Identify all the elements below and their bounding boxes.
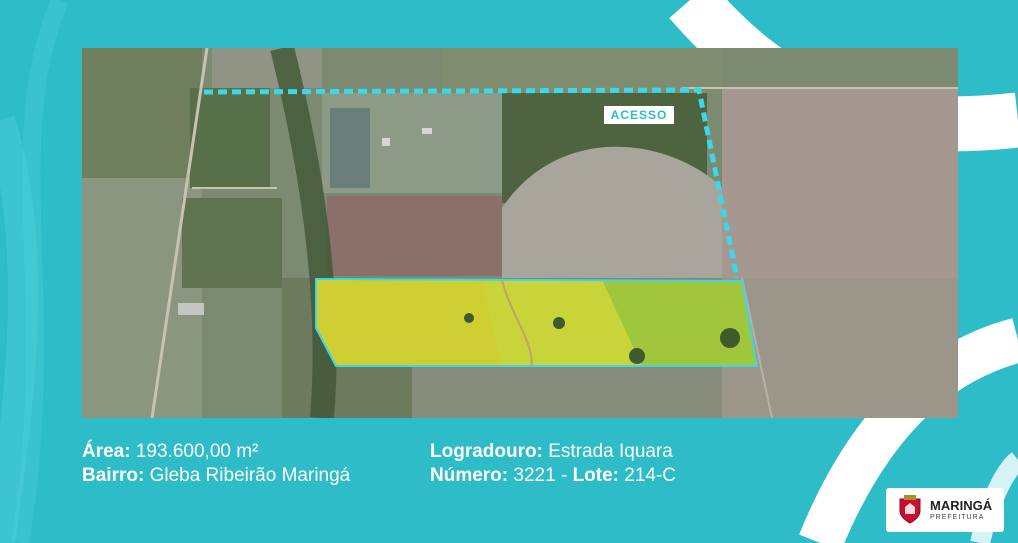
logo-subtitle: PREFEITURA xyxy=(930,513,985,521)
field-parcel xyxy=(412,366,722,418)
field-parcel xyxy=(327,196,502,276)
numero-value: 3221 - xyxy=(513,465,568,486)
field-parcel xyxy=(82,48,202,178)
city-crest-icon xyxy=(899,495,921,524)
pond xyxy=(330,108,370,188)
bairro-label: Bairro: xyxy=(82,465,145,486)
building xyxy=(422,128,432,134)
bairro-value: Gleba Ribeirão Maringá xyxy=(149,465,351,486)
logo-name: MARINGÁ xyxy=(930,497,993,513)
logradouro-label: Logradouro: xyxy=(430,441,543,462)
prefeitura-logo: MARINGÁ PREFEITURA xyxy=(886,488,1004,532)
numero-label: Número: xyxy=(430,465,509,486)
building xyxy=(178,303,204,315)
lote-label: Lote: xyxy=(572,465,619,486)
info-right: Logradouro: Estrada Iquara Número: 3221 … xyxy=(430,440,676,488)
logradouro-value: Estrada Iquara xyxy=(548,441,673,462)
area-row: Área: 193.600,00 m² xyxy=(82,440,350,464)
building xyxy=(382,138,390,146)
bairro-row: Bairro: Gleba Ribeirão Maringá xyxy=(82,464,350,488)
map-image xyxy=(82,48,958,418)
field-parcel xyxy=(442,48,722,93)
info-left: Área: 193.600,00 m² Bairro: Gleba Ribeir… xyxy=(82,440,350,488)
access-label: ACESSO xyxy=(604,106,674,124)
logradouro-row: Logradouro: Estrada Iquara xyxy=(430,440,676,464)
field-parcel xyxy=(182,198,282,288)
area-label: Área: xyxy=(82,441,131,462)
aerial-map xyxy=(82,48,958,418)
field-parcel xyxy=(190,88,270,188)
lote-value: 214-C xyxy=(624,465,677,486)
area-value: 193.600,00 m² xyxy=(135,441,259,462)
field-parcel xyxy=(722,88,958,278)
numero-row: Número: 3221 - Lote: 214-C xyxy=(430,464,676,488)
field-parcel xyxy=(212,48,322,88)
